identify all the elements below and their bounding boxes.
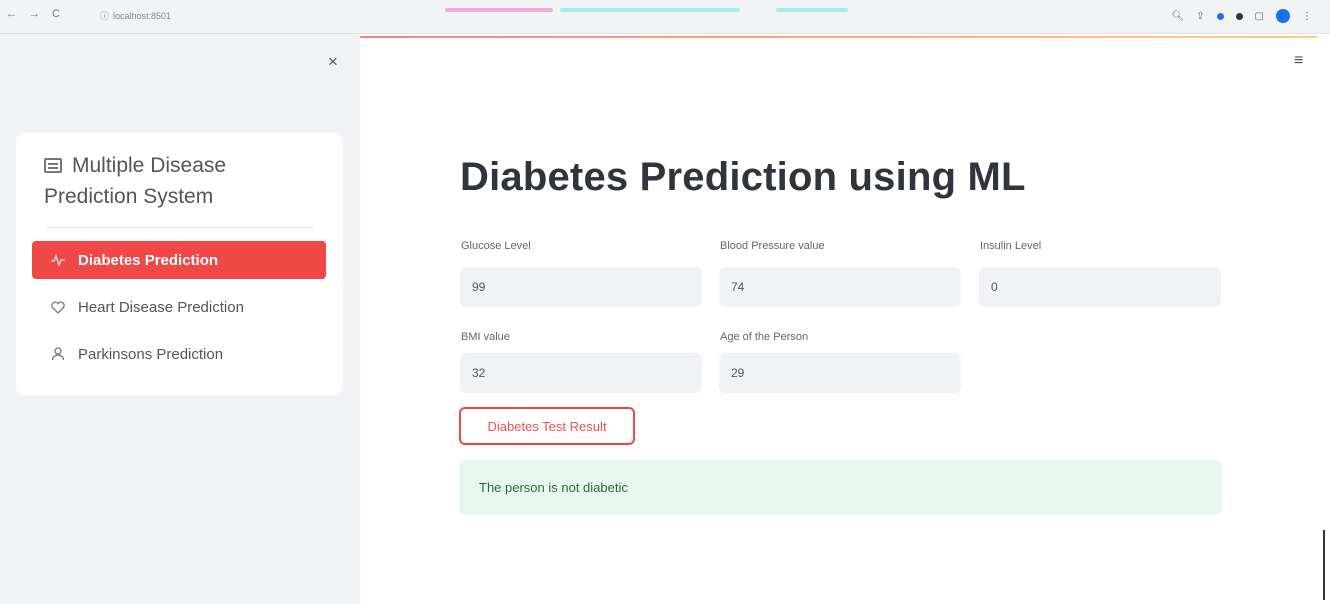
header-decoration bbox=[360, 36, 1318, 38]
sidebar: × Multiple Disease Prediction System Dia… bbox=[0, 34, 360, 604]
forward-icon[interactable]: → bbox=[29, 8, 40, 20]
main-menu-icon[interactable]: ≡ bbox=[1294, 52, 1303, 70]
blood-pressure-input[interactable] bbox=[719, 267, 961, 307]
glucose-input[interactable] bbox=[460, 267, 702, 307]
zoom-icon[interactable]: 🔍︎ bbox=[1171, 11, 1184, 22]
age-input[interactable] bbox=[719, 353, 961, 393]
scrollbar[interactable] bbox=[1323, 530, 1325, 600]
sidebar-item-label: Parkinsons Prediction bbox=[78, 345, 224, 363]
sidebar-item-diabetes[interactable]: Diabetes Prediction bbox=[32, 241, 326, 279]
profile-avatar[interactable] bbox=[1276, 9, 1290, 23]
extensions-area: 🔍︎ ⇪ ▢ ⋮ bbox=[1171, 9, 1312, 23]
info-icon: ⓘ bbox=[100, 11, 110, 21]
close-sidebar-icon[interactable]: × bbox=[328, 52, 338, 72]
browser-nav: ← → C bbox=[6, 8, 60, 20]
heart-icon bbox=[50, 300, 66, 314]
menu-divider bbox=[46, 227, 314, 228]
sidebar-item-heart[interactable]: Heart Disease Prediction bbox=[32, 288, 326, 326]
more-icon[interactable]: ⋮ bbox=[1302, 11, 1312, 22]
extension-icon[interactable] bbox=[1216, 12, 1224, 20]
menu-title: Multiple Disease Prediction System bbox=[44, 150, 324, 212]
url-text: localhost:8501 bbox=[113, 10, 172, 21]
person-icon bbox=[50, 347, 66, 361]
menu-title-text: Multiple Disease Prediction System bbox=[44, 154, 227, 208]
back-icon[interactable]: ← bbox=[6, 8, 17, 20]
result-success-alert: The person is not diabetic bbox=[459, 460, 1222, 515]
age-label: Age of the Person bbox=[720, 331, 809, 343]
result-text: The person is not diabetic bbox=[479, 480, 628, 495]
bmi-label: BMI value bbox=[461, 331, 510, 343]
share-icon[interactable]: ⇪ bbox=[1196, 11, 1204, 22]
bmi-input[interactable] bbox=[460, 353, 702, 393]
sidebar-item-label: Heart Disease Prediction bbox=[78, 298, 244, 316]
tab-indicator bbox=[445, 8, 553, 12]
reload-icon[interactable]: C bbox=[52, 8, 60, 20]
puzzle-icon[interactable] bbox=[1235, 12, 1243, 20]
window-icon[interactable]: ▢ bbox=[1255, 11, 1264, 22]
sidebar-item-label: Diabetes Prediction bbox=[78, 251, 219, 269]
page-title: Diabetes Prediction using ML bbox=[460, 155, 1026, 199]
glucose-label: Glucose Level bbox=[461, 240, 531, 252]
diabetes-test-result-button[interactable]: Diabetes Test Result bbox=[459, 407, 635, 445]
browser-toolbar: ← → C ⓘ localhost:8501 🔍︎ ⇪ ▢ ⋮ bbox=[0, 0, 1330, 34]
tab-indicator bbox=[776, 8, 848, 12]
insulin-input[interactable] bbox=[979, 267, 1221, 307]
option-menu: Multiple Disease Prediction System Diabe… bbox=[16, 133, 343, 395]
activity-icon bbox=[50, 254, 66, 266]
address-bar[interactable]: ⓘ localhost:8501 bbox=[100, 9, 171, 22]
blood-pressure-label: Blood Pressure value bbox=[720, 240, 825, 252]
tab-indicator bbox=[560, 8, 740, 12]
hospital-icon bbox=[44, 158, 62, 173]
insulin-label: Insulin Level bbox=[980, 240, 1042, 252]
sidebar-item-parkinsons[interactable]: Parkinsons Prediction bbox=[32, 335, 326, 373]
